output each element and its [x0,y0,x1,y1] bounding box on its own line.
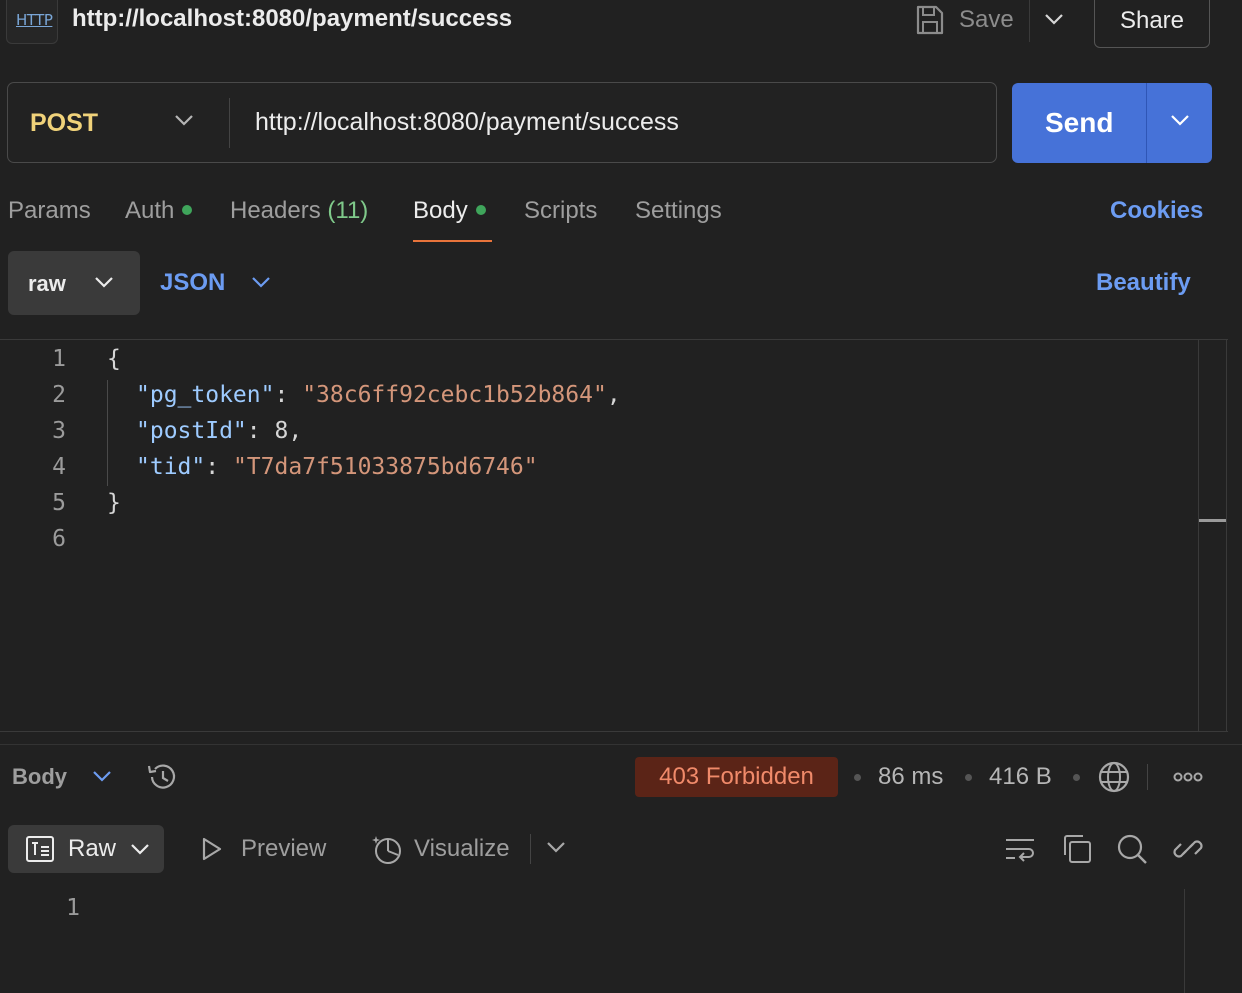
line-number: 5 [52,490,66,516]
json-value: 8 [274,418,289,444]
json-value: "T7da7f51033875bd6746" [232,454,538,480]
response-view-raw[interactable]: Raw [8,825,164,873]
json-key: "pg_token" [136,382,275,408]
save-label: Save [959,6,1014,33]
status-badge[interactable]: 403 Forbidden [635,757,838,797]
response-size[interactable]: 416 B [989,763,1052,791]
response-chevron-down-icon[interactable] [92,769,112,783]
tab-auth[interactable]: Auth [125,197,193,225]
auth-indicator-dot [182,204,193,215]
indent-guide [107,380,108,486]
url-input[interactable]: http://localhost:8080/payment/success [255,108,679,137]
cookies-link[interactable]: Cookies [1110,197,1203,225]
editor-minimap-border [1198,340,1199,732]
status-text: 403 Forbidden [659,763,814,790]
visualize-icon[interactable] [370,832,404,866]
chevron-down-icon [131,844,149,855]
tab-body[interactable]: Body [413,197,486,225]
save-options-chevron-icon[interactable] [1044,12,1064,26]
view-mode-label: Raw [68,835,117,862]
editor-scroll-border [1226,340,1227,732]
code-line: "pg_token": "38c6ff92cebc1b52b864", [136,382,621,408]
send-label: Send [1045,107,1114,138]
meta-divider [1147,764,1148,790]
url-divider [229,98,230,148]
response-divider [0,744,1242,745]
meta-separator [965,774,972,781]
beautify-button[interactable]: Beautify [1096,269,1191,297]
editor-border-bottom [0,731,1228,732]
response-editor-border [1184,889,1185,993]
visualize-chevron-down-icon[interactable] [546,840,566,854]
body-mode-label: raw [28,271,66,296]
response-line-number: 1 [66,895,80,921]
copy-icon[interactable] [1060,832,1094,866]
save-icon [916,5,944,35]
method-chevron-down-icon[interactable] [174,113,194,127]
body-indicator-dot [475,204,486,215]
send-button[interactable]: Send [1012,83,1212,163]
body-mode-select[interactable]: raw [8,251,140,315]
tab-body-label: Body [413,197,468,224]
history-icon[interactable] [146,761,180,793]
body-format-select[interactable]: JSON [160,269,225,297]
play-icon[interactable] [200,836,224,862]
tab-headers[interactable]: Headers (11) [230,197,368,225]
line-number: 3 [52,418,66,444]
scrollbar-thumb[interactable] [1199,519,1226,522]
response-time[interactable]: 86 ms [878,763,943,791]
preview-button[interactable]: Preview [241,835,326,863]
more-icon[interactable] [1172,768,1204,786]
tab-auth-label: Auth [125,197,175,224]
wrap-icon[interactable] [1003,832,1037,866]
request-tab-title[interactable]: http://localhost:8080/payment/success [72,5,512,33]
send-options-chevron-icon[interactable] [1170,113,1190,127]
visualize-divider [530,834,531,864]
line-number: 4 [52,454,66,480]
response-section-select[interactable]: Body [12,764,67,790]
meta-separator [854,774,861,781]
active-tab-underline [413,240,492,242]
tab-settings[interactable]: Settings [635,197,722,225]
tab-scripts[interactable]: Scripts [524,197,597,225]
send-divider [1146,83,1147,163]
format-chevron-down-icon[interactable] [251,275,271,289]
line-number: 2 [52,382,66,408]
editor-border [0,339,1228,340]
search-icon[interactable] [1115,832,1149,866]
code-line: "postId": 8, [136,418,303,444]
code-open-brace: { [107,346,121,372]
save-button[interactable]: Save [915,2,1014,38]
meta-separator [1073,774,1080,781]
raw-doc-icon [26,836,54,862]
method-select[interactable]: POST [30,109,98,138]
share-label: Share [1119,7,1185,34]
json-value: "38c6ff92cebc1b52b864" [302,382,607,408]
line-number: 6 [52,526,66,552]
save-divider [1029,0,1030,42]
code-line: "tid": "T7da7f51033875bd6746" [136,454,538,480]
visualize-button[interactable]: Visualize [414,835,510,863]
http-badge-icon: HTTP [6,0,58,44]
link-icon[interactable] [1171,832,1205,866]
share-button[interactable]: Share [1094,0,1210,48]
chevron-down-icon [95,277,113,288]
headers-count: (11) [327,197,369,224]
http-badge-text: HTTP [16,11,53,29]
tab-params[interactable]: Params [8,197,91,225]
code-close-brace: } [107,490,121,516]
json-key: "tid" [136,454,206,480]
globe-icon[interactable] [1097,760,1131,794]
tab-headers-label: Headers [230,197,321,224]
json-key: "postId" [136,418,247,444]
line-number: 1 [52,346,66,372]
